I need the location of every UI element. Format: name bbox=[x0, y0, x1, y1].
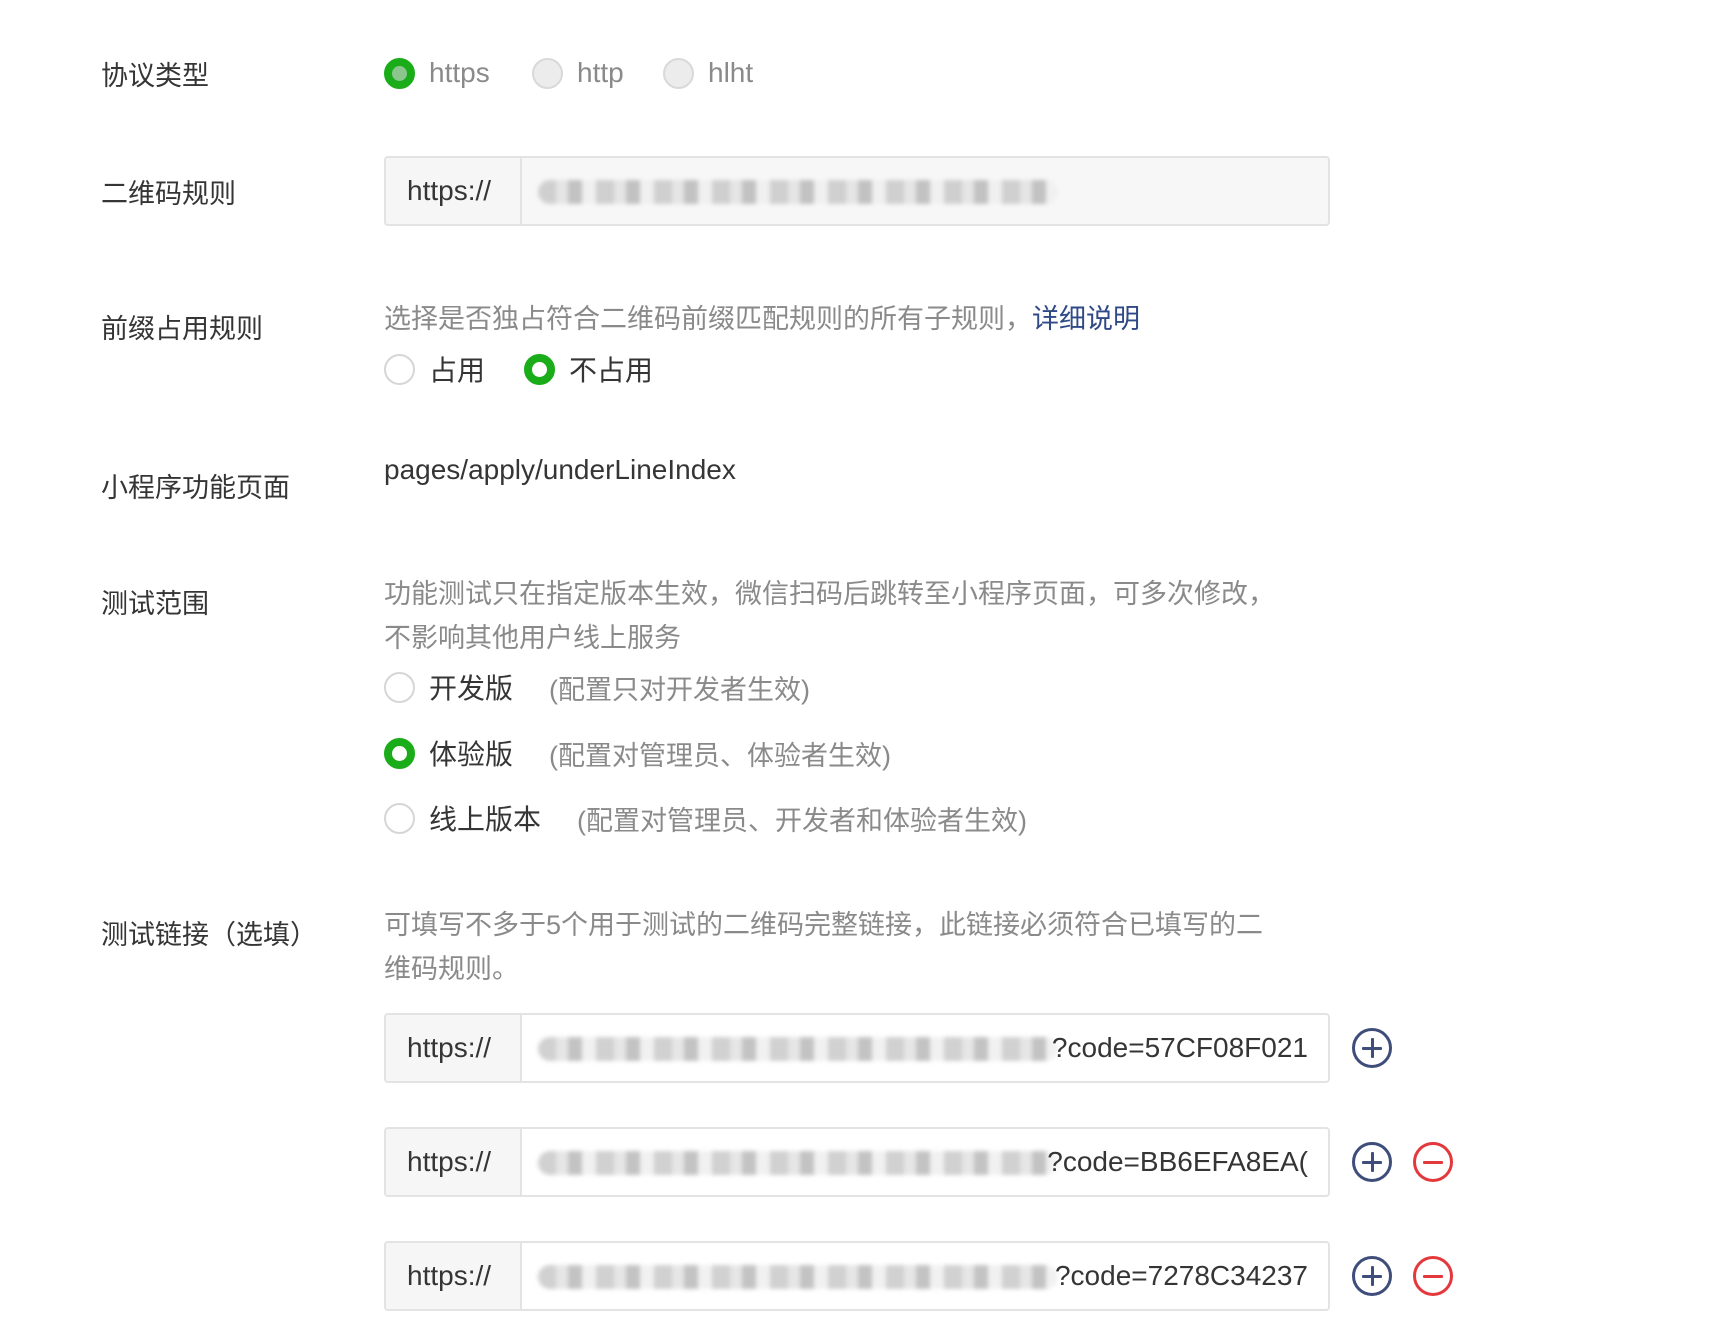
scope-option-dev[interactable]: 开发版 (配置只对开发者生效) bbox=[384, 667, 810, 707]
scope-option-hint: (配置只对开发者生效) bbox=[549, 674, 810, 705]
redacted-text bbox=[538, 1037, 1058, 1061]
test-link-field[interactable]: https:// ?code=57CF08F021 bbox=[384, 1013, 1330, 1083]
test-scope-description: 功能测试只在指定版本生效，微信扫码后跳转至小程序页面，可多次修改， 不影响其他用… bbox=[384, 579, 1275, 653]
mini-page-path: pages/apply/underLineIndex bbox=[384, 454, 736, 485]
protocol-option-label: https bbox=[429, 57, 490, 88]
scope-option-hint: (配置对管理员、开发者和体验者生效) bbox=[577, 805, 1027, 836]
detail-link[interactable]: 详细说明 bbox=[1032, 304, 1140, 334]
scope-option-label: 开发版 bbox=[429, 673, 514, 704]
radio-checked-icon[interactable] bbox=[384, 737, 415, 769]
add-link-button[interactable] bbox=[1352, 1142, 1392, 1182]
radio-unchecked-icon[interactable] bbox=[384, 671, 415, 703]
test-link-value: ?code=7278C34237 bbox=[1054, 1260, 1308, 1291]
test-link-value: ?code=57CF08F021 bbox=[1051, 1032, 1308, 1063]
radio-checked-icon[interactable] bbox=[384, 57, 415, 89]
redacted-text bbox=[538, 1265, 1058, 1289]
prefix-option-label: 不占用 bbox=[569, 355, 654, 386]
test-link-input[interactable]: ?code=7278C34237 bbox=[522, 1243, 1328, 1309]
protocol-option-hlht[interactable]: hlht bbox=[663, 57, 753, 89]
remove-link-button[interactable] bbox=[1413, 1256, 1453, 1296]
test-links-label: 测试链接（选填） bbox=[101, 920, 317, 950]
minus-icon bbox=[1423, 1274, 1443, 1278]
qr-rule-label: 二维码规则 bbox=[101, 179, 236, 209]
test-link-prefix: https:// bbox=[386, 1243, 522, 1309]
test-link-field[interactable]: https:// ?code=7278C34237 bbox=[384, 1241, 1330, 1311]
minus-icon bbox=[1423, 1160, 1443, 1164]
prefix-option-occupy[interactable]: 占用 bbox=[384, 349, 485, 389]
test-link-field[interactable]: https:// ?code=BB6EFA8EA( bbox=[384, 1127, 1330, 1197]
remove-link-button[interactable] bbox=[1413, 1142, 1453, 1182]
test-link-input[interactable]: ?code=57CF08F021 bbox=[522, 1015, 1328, 1081]
test-scope-label: 测试范围 bbox=[101, 589, 209, 619]
add-link-button[interactable] bbox=[1352, 1028, 1392, 1068]
prefix-option-label: 占用 bbox=[429, 355, 486, 386]
protocol-label: 协议类型 bbox=[101, 61, 209, 91]
qr-rule-input[interactable] bbox=[522, 158, 1328, 224]
test-link-prefix: https:// bbox=[386, 1015, 522, 1081]
prefix-option-not-occupy[interactable]: 不占用 bbox=[524, 349, 653, 389]
prefix-rule-description: 选择是否独占符合二维码前缀匹配规则的所有子规则，详细说明 bbox=[384, 304, 1140, 334]
redacted-text bbox=[538, 1151, 1058, 1175]
qr-rule-field[interactable]: https:// bbox=[384, 156, 1330, 226]
qr-rule-prefix: https:// bbox=[386, 158, 522, 224]
protocol-option-https[interactable]: https bbox=[384, 57, 490, 89]
mini-page-label: 小程序功能页面 bbox=[101, 473, 290, 503]
add-link-button[interactable] bbox=[1352, 1256, 1392, 1296]
scope-option-hint: (配置对管理员、体验者生效) bbox=[549, 740, 891, 771]
protocol-option-label: http bbox=[577, 57, 624, 88]
radio-checked-icon[interactable] bbox=[524, 353, 555, 385]
test-links-description: 可填写不多于5个用于测试的二维码完整链接，此链接必须符合已填写的二 维码规则。 bbox=[384, 910, 1264, 984]
redacted-text bbox=[538, 180, 1058, 204]
radio-unchecked-icon[interactable] bbox=[384, 353, 415, 385]
scope-option-label: 线上版本 bbox=[429, 804, 542, 835]
scope-option-label: 体验版 bbox=[429, 739, 514, 770]
radio-unchecked-icon[interactable] bbox=[532, 57, 563, 89]
scope-option-online[interactable]: 线上版本 (配置对管理员、开发者和体验者生效) bbox=[384, 798, 1027, 838]
protocol-option-http[interactable]: http bbox=[532, 57, 624, 89]
test-link-value: ?code=BB6EFA8EA( bbox=[1047, 1146, 1308, 1177]
prefix-rule-label: 前缀占用规则 bbox=[101, 314, 263, 344]
scope-option-trial[interactable]: 体验版 (配置对管理员、体验者生效) bbox=[384, 733, 891, 773]
test-link-prefix: https:// bbox=[386, 1129, 522, 1195]
radio-unchecked-icon[interactable] bbox=[663, 57, 694, 89]
test-link-input[interactable]: ?code=BB6EFA8EA( bbox=[522, 1129, 1328, 1195]
protocol-option-label: hlht bbox=[708, 57, 754, 88]
radio-unchecked-icon[interactable] bbox=[384, 802, 415, 834]
